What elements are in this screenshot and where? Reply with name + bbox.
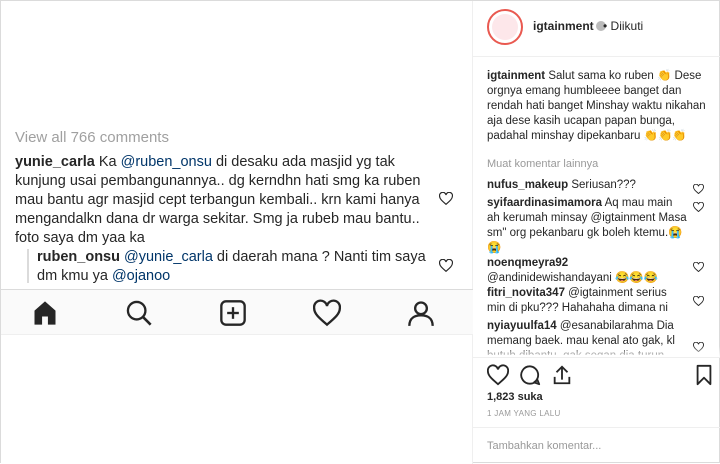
comment-item: noenqmeyra92 @andinidewishandayani 😂😂😂 <box>487 257 658 284</box>
home-icon <box>31 299 59 327</box>
reply-thread-line <box>27 249 29 283</box>
like-comment-heart-icon[interactable] <box>693 259 704 273</box>
heart-icon <box>438 258 454 273</box>
like-comment-heart-icon[interactable] <box>693 199 704 213</box>
comment-item: nufus_makeup Seriusan??? <box>487 179 636 191</box>
comment-bubble-icon[interactable] <box>519 364 541 386</box>
like-count[interactable]: 1,823 suka <box>487 391 543 403</box>
profile-icon <box>407 299 435 327</box>
photo-comment-1: yunie_carla Ka @ruben_onsu di desaku ada… <box>15 154 421 246</box>
activity-heart-icon <box>312 299 342 327</box>
comment-item: syifaardinasimamora Aq mau main ah kerum… <box>487 197 687 254</box>
load-more-comments-link[interactable]: Muat komentar lainnya <box>487 158 598 170</box>
caption-username[interactable]: igtainment <box>487 70 545 82</box>
follow-status[interactable]: • Diikuti <box>603 19 643 33</box>
post-photo: View all 766 comments yunie_carla Ka @ru… <box>1 1 473 464</box>
post-side-panel: igtainment • Diikuti igtainment Salut sa… <box>473 1 720 464</box>
like-comment-heart-icon[interactable] <box>693 181 704 195</box>
view-all-comments-link: View all 766 comments <box>15 129 169 146</box>
phone-bottom-navbar <box>1 289 473 335</box>
post-action-bar <box>473 357 720 391</box>
comment-item: fitri_novita347 @igtainment serius min d… <box>487 287 668 314</box>
share-icon[interactable] <box>551 364 573 386</box>
comment-username: yunie_carla <box>15 154 95 170</box>
reply-username: ruben_onsu <box>37 249 120 265</box>
instagram-post-view: View all 766 comments yunie_carla Ka @ru… <box>0 0 720 464</box>
avatar-image <box>492 14 518 40</box>
comment-mention: @ruben_onsu <box>120 154 212 170</box>
avatar[interactable] <box>487 9 523 45</box>
bookmark-icon[interactable] <box>693 364 715 386</box>
post-caption: igtainment Salut sama ko ruben 👏 Dese or… <box>487 69 711 144</box>
like-heart-icon[interactable] <box>486 364 510 386</box>
photo-comment-reply: ruben_onsu @yunie_carla di daerah mana ?… <box>37 249 426 284</box>
search-icon <box>125 299 153 327</box>
new-post-icon <box>219 299 247 327</box>
post-timestamp[interactable]: 1 JAM YANG LALU <box>487 409 561 418</box>
add-comment-box[interactable]: Tambahkan komentar... <box>473 427 720 464</box>
like-comment-heart-icon[interactable] <box>693 293 704 307</box>
post-username[interactable]: igtainment <box>533 19 606 33</box>
post-header: igtainment • Diikuti <box>473 1 720 57</box>
add-comment-input[interactable]: Tambahkan komentar... <box>487 440 601 452</box>
heart-icon <box>438 191 454 206</box>
